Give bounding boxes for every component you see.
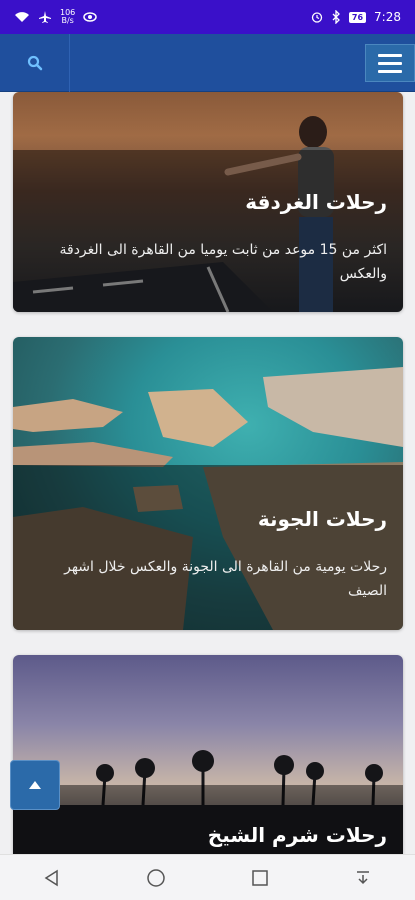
speed-unit: B/s bbox=[61, 16, 74, 25]
menu-line bbox=[378, 61, 402, 65]
recents-icon[interactable] bbox=[251, 869, 269, 887]
menu-line bbox=[378, 69, 402, 73]
card-overlay bbox=[13, 465, 403, 630]
card-overlay bbox=[13, 150, 403, 312]
back-icon[interactable] bbox=[43, 869, 61, 887]
trips-list: رحلات الغردقة اكثر من 15 موعد من ثابت يو… bbox=[0, 92, 415, 854]
alarm-icon bbox=[311, 12, 323, 23]
status-right: 76 7:28 bbox=[311, 10, 401, 24]
search-button[interactable] bbox=[0, 34, 70, 92]
network-speed: 106 B/s bbox=[60, 9, 75, 25]
battery-indicator: 76 bbox=[348, 11, 367, 23]
trip-card-hurghada[interactable]: رحلات الغردقة اكثر من 15 موعد من ثابت يو… bbox=[13, 92, 403, 312]
card-description: رحلات يومية من القاهرة الى الجونة والعكس… bbox=[64, 559, 387, 599]
scroll-to-top-button[interactable] bbox=[10, 760, 60, 810]
status-bar: 106 B/s 76 7:28 bbox=[0, 0, 415, 34]
eye-comfort-icon bbox=[83, 12, 98, 22]
bluetooth-icon bbox=[332, 10, 340, 24]
status-left: 106 B/s bbox=[14, 9, 98, 25]
menu-line bbox=[378, 53, 402, 57]
system-nav-bar bbox=[0, 854, 415, 900]
airplane-icon bbox=[39, 11, 51, 23]
card-description: اكثر من 15 موعد من ثابت يوميا من القاهرة… bbox=[59, 242, 388, 282]
card-title: رحلات الجونة bbox=[257, 507, 387, 531]
download-icon[interactable] bbox=[354, 869, 372, 887]
wifi-icon bbox=[15, 12, 29, 22]
home-icon[interactable] bbox=[146, 868, 166, 888]
card-title: رحلات شرم الشيخ bbox=[207, 823, 387, 847]
search-icon bbox=[27, 55, 42, 71]
trip-card-gouna[interactable]: رحلات الجونة رحلات يومية من القاهرة الى … bbox=[13, 337, 403, 630]
hamburger-menu-button[interactable] bbox=[365, 44, 415, 82]
app-bar bbox=[0, 34, 415, 92]
trip-card-sharm[interactable]: رحلات شرم الشيخ bbox=[13, 655, 403, 854]
clock: 7:28 bbox=[374, 10, 401, 24]
card-title: رحلات الغردقة bbox=[245, 190, 387, 214]
arrow-up-icon bbox=[29, 781, 41, 789]
